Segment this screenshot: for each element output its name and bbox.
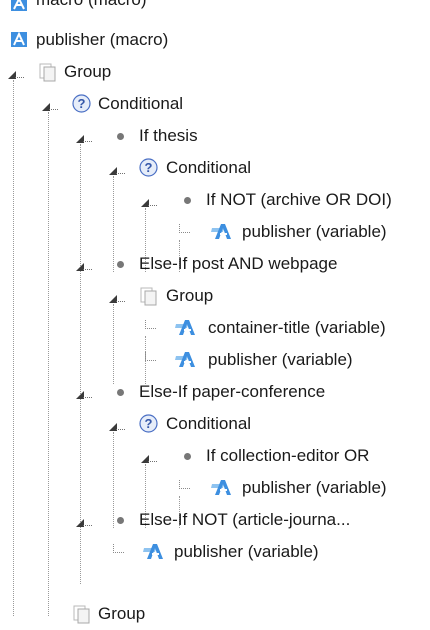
variable-icon: [210, 478, 231, 497]
collapse-toggle-icon[interactable]: [109, 162, 125, 175]
bullet-icon: [117, 261, 124, 268]
collapse-toggle-icon[interactable]: [109, 418, 125, 431]
svg-text:?: ?: [145, 416, 153, 431]
bullet-icon: [117, 517, 124, 524]
tree-row-condition[interactable]: If NOT (archive OR DOI): [0, 184, 430, 216]
tree-connector: [179, 480, 190, 489]
macro-icon: [10, 30, 29, 49]
tree-row-label: Conditional: [166, 158, 252, 177]
collapse-toggle-icon[interactable]: [76, 258, 92, 271]
tree-row-label: If collection-editor OR: [206, 446, 370, 465]
tree-row-label: Conditional: [166, 414, 252, 433]
tree-row-conditional[interactable]: ? Conditional: [0, 88, 430, 120]
tree-row-conditional[interactable]: ? Conditional: [0, 152, 430, 184]
variable-icon: [210, 222, 231, 241]
tree-row-label: If NOT (archive OR DOI): [206, 190, 392, 209]
tree-connector: [113, 544, 124, 553]
tree-view: macro (macro) publisher (macro) Group ? …: [0, 0, 430, 624]
tree-row-condition[interactable]: Else-If NOT (article-journa...: [0, 504, 430, 536]
tree-row-label: publisher (variable): [242, 222, 387, 241]
tree-row-group[interactable]: Group: [0, 280, 430, 312]
bullet-icon: [117, 389, 124, 396]
tree-row-variable[interactable]: publisher (variable): [0, 536, 430, 568]
tree-connector: [179, 224, 190, 233]
group-icon: [72, 604, 91, 624]
tree-row-label: publisher (variable): [174, 542, 319, 561]
svg-text:?: ?: [78, 96, 86, 111]
tree-row-condition[interactable]: Else-If post AND webpage: [0, 248, 430, 280]
tree-row-condition[interactable]: If thesis: [0, 120, 430, 152]
variable-icon: [142, 542, 163, 561]
macro-icon: [10, 0, 29, 13]
tree-row-label: publisher (variable): [208, 350, 353, 369]
collapse-toggle-icon[interactable]: [76, 514, 92, 527]
tree-row-variable[interactable]: container-title (variable): [0, 312, 430, 344]
tree-row-label: Else-If post AND webpage: [139, 254, 338, 273]
tree-row-label: Group: [64, 62, 112, 81]
variable-icon: [174, 350, 195, 369]
tree-row-label: Group: [98, 604, 146, 623]
bullet-icon: [184, 453, 191, 460]
tree-row-condition[interactable]: Else-If paper-conference: [0, 376, 430, 408]
tree-row-label: container-title (variable): [208, 318, 386, 337]
tree-row-group[interactable]: Group: [0, 56, 430, 88]
tree-row-variable[interactable]: publisher (variable): [0, 216, 430, 248]
tree-row-macro[interactable]: publisher (macro): [0, 24, 430, 56]
collapse-toggle-icon[interactable]: [76, 130, 92, 143]
tree-row-label: Conditional: [98, 94, 184, 113]
conditional-icon: ?: [72, 94, 91, 113]
tree-row-variable[interactable]: publisher (variable): [0, 344, 430, 376]
bullet-icon: [184, 197, 191, 204]
tree-row-partial[interactable]: macro (macro): [0, 0, 430, 16]
tree-row-label: Else-If paper-conference: [139, 382, 326, 401]
tree-row-group[interactable]: Group: [0, 598, 430, 630]
collapse-toggle-icon[interactable]: [8, 66, 24, 79]
tree-connector: [145, 320, 156, 329]
tree-row-label: publisher (variable): [242, 478, 387, 497]
group-icon: [38, 62, 57, 82]
tree-row-label: publisher (macro): [36, 30, 169, 49]
tree-row-conditional[interactable]: ? Conditional: [0, 408, 430, 440]
tree-row-label: Else-If NOT (article-journa...: [139, 510, 351, 529]
conditional-icon: ?: [139, 414, 158, 433]
group-icon: [139, 286, 158, 306]
variable-icon: [174, 318, 195, 337]
tree-row-variable[interactable]: publisher (variable): [0, 472, 430, 504]
tree-row-label: Group: [166, 286, 214, 305]
collapse-toggle-icon[interactable]: [141, 450, 157, 463]
collapse-toggle-icon[interactable]: [76, 386, 92, 399]
tree-row-label: If thesis: [139, 126, 198, 145]
bullet-icon: [117, 133, 124, 140]
tree-connector: [145, 352, 156, 361]
tree-row-condition[interactable]: If collection-editor OR: [0, 440, 430, 472]
collapse-toggle-icon[interactable]: [109, 290, 125, 303]
tree-row-label: macro (macro): [36, 0, 147, 16]
svg-text:?: ?: [145, 160, 153, 175]
conditional-icon: ?: [139, 158, 158, 177]
collapse-toggle-icon[interactable]: [42, 98, 58, 111]
collapse-toggle-icon[interactable]: [141, 194, 157, 207]
